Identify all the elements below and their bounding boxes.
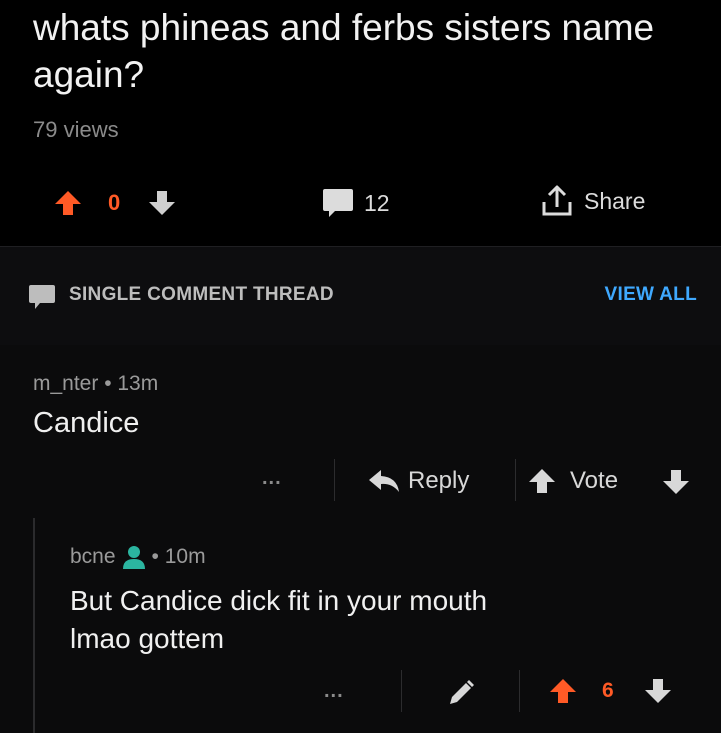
post-upvote-button[interactable] [54, 190, 82, 221]
post-views: 79 views [33, 117, 119, 142]
arrow-up-icon [529, 469, 555, 493]
reply-label: Reply [408, 467, 470, 494]
comment-meta: m_nter • 13m [33, 372, 159, 395]
speech-bubble-icon [323, 189, 353, 217]
share-icon [542, 185, 572, 216]
thread-bar: SINGLE COMMENT THREAD VIEW ALL [0, 246, 721, 346]
thread-bar-label: SINGLE COMMENT THREAD [69, 284, 334, 305]
nested-reply: bcne • 10m But Candice dick fit in your … [33, 518, 721, 733]
comment-body: Candice [33, 407, 140, 439]
post-comments-button[interactable]: 12 [322, 188, 390, 218]
arrow-down-icon [645, 679, 671, 703]
comment-actions-bar: ... Reply Vote [0, 455, 721, 511]
arrow-down-icon [149, 191, 175, 215]
reply-arrow-icon [369, 470, 399, 492]
share-label: Share [584, 187, 646, 214]
reply-upvote-button[interactable] [549, 678, 577, 709]
post-title: whats phineas and ferbs sisters name aga… [33, 7, 655, 95]
comment-downvote-button[interactable] [662, 469, 690, 500]
reply-downvote-button[interactable] [644, 678, 672, 709]
comment-more-button[interactable]: ... [262, 467, 282, 490]
divider [401, 670, 402, 712]
arrow-up-icon [550, 679, 576, 703]
comment-count: 12 [364, 189, 390, 216]
reply-score: 6 [602, 679, 614, 702]
arrow-down-icon [663, 470, 689, 494]
divider [515, 459, 516, 501]
share-button[interactable]: Share [540, 184, 645, 218]
arrow-up-icon [55, 191, 81, 215]
reply-button[interactable]: Reply [368, 467, 469, 495]
post-downvote-button[interactable] [148, 190, 176, 221]
vote-label: Vote [570, 467, 619, 494]
reply-body-line: lmao gottem [70, 623, 225, 654]
post-score: 0 [108, 190, 121, 215]
comment-upvote-button[interactable]: Vote [528, 467, 618, 495]
reply-body-line: But Candice dick fit in your mouth [70, 585, 488, 616]
post-actions-bar: 0 12 Share [0, 182, 721, 226]
edit-button[interactable] [447, 679, 475, 712]
comment: m_nter • 13m Candice ... Reply Vote bcne [0, 345, 721, 733]
divider [334, 459, 335, 501]
user-icon [122, 546, 145, 569]
reply-time: • 10m [151, 545, 206, 568]
view-all-link[interactable]: VIEW ALL [605, 284, 697, 306]
reply-author[interactable]: bcne [70, 545, 116, 569]
divider [519, 670, 520, 712]
post: whats phineas and ferbs sisters name aga… [0, 0, 721, 246]
pencil-icon [450, 680, 474, 704]
reply-meta: bcne • 10m [70, 545, 206, 569]
reply-more-button[interactable]: ... [324, 680, 344, 703]
speech-bubble-icon [29, 285, 55, 309]
reply-actions-bar: ... 6 [35, 668, 721, 718]
reply-body: But Candice dick fit in your mouth lmao … [70, 582, 690, 658]
